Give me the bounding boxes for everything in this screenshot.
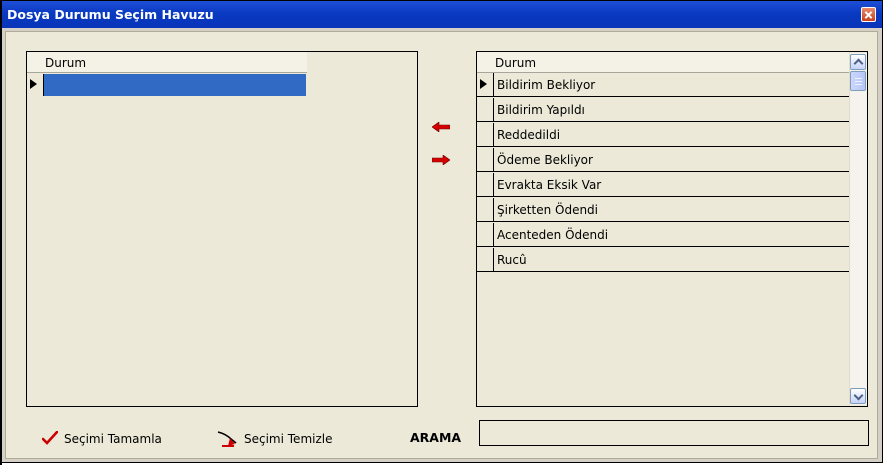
- left-grid-row[interactable]: [27, 73, 307, 97]
- vertical-scrollbar[interactable]: [849, 53, 867, 405]
- list-item[interactable]: Ödeme Bekliyor: [477, 148, 849, 172]
- scroll-down-button[interactable]: [850, 388, 866, 404]
- complete-selection-button[interactable]: Seçimi Tamamla: [42, 429, 162, 449]
- available-status-grid[interactable]: Durum Bildirim Bekliyor Bildirim Yapıldı…: [476, 51, 868, 407]
- list-item[interactable]: Bildirim Bekliyor: [477, 73, 849, 97]
- search-input[interactable]: [479, 420, 869, 446]
- close-button[interactable]: [861, 7, 876, 22]
- search-label: ARAMA: [410, 430, 462, 445]
- scroll-up-button[interactable]: [850, 54, 866, 70]
- status-cell: [493, 248, 850, 271]
- list-item[interactable]: Acenteden Ödendi: [477, 223, 849, 247]
- list-item[interactable]: Bildirim Yapıldı: [477, 98, 849, 122]
- status-text: Bildirim Bekliyor: [497, 78, 596, 92]
- status-text: Reddedildi: [497, 128, 561, 142]
- row-indicator: [477, 73, 491, 96]
- grip-line: [855, 84, 862, 85]
- row-indicator: [27, 73, 41, 96]
- left-grid-header[interactable]: Durum: [27, 52, 307, 73]
- window-title: Dosya Durumu Seçim Havuzu: [7, 7, 214, 22]
- chevron-down-icon: [853, 390, 864, 401]
- grip-line: [855, 81, 862, 82]
- status-text: Acenteden Ödendi: [497, 228, 609, 242]
- left-window-edge: [0, 0, 2, 465]
- list-item[interactable]: Rucû: [477, 248, 849, 272]
- status-text: Ödeme Bekliyor: [497, 153, 593, 167]
- list-item[interactable]: Şirketten Ödendi: [477, 198, 849, 222]
- current-row-icon: [480, 79, 487, 89]
- move-right-arrow-icon[interactable]: [432, 155, 450, 165]
- right-grid-header[interactable]: Durum: [477, 52, 849, 73]
- list-item[interactable]: Reddedildi: [477, 123, 849, 147]
- selected-cell[interactable]: [43, 74, 306, 96]
- move-left-arrow-icon[interactable]: [432, 122, 450, 132]
- right-grid-column-header: Durum: [495, 56, 537, 70]
- list-item[interactable]: Evrakta Eksik Var: [477, 173, 849, 197]
- clear-selection-button[interactable]: Seçimi Temizle: [216, 429, 332, 449]
- title-bar[interactable]: Dosya Durumu Seçim Havuzu: [1, 1, 882, 28]
- left-grid-column-header: Durum: [45, 56, 87, 70]
- status-text: Şirketten Ödendi: [497, 203, 599, 217]
- eraser-icon: [217, 431, 237, 447]
- selected-status-grid[interactable]: Durum: [26, 51, 418, 407]
- dialog-window: Dosya Durumu Seçim Havuzu Durum Durum Bi…: [0, 0, 883, 463]
- grip-line: [855, 78, 862, 79]
- chevron-up-icon: [853, 58, 864, 69]
- status-text: Rucû: [497, 253, 527, 267]
- status-text: Bildirim Yapıldı: [497, 103, 585, 117]
- status-text: Evrakta Eksik Var: [497, 178, 602, 192]
- complete-selection-label: Seçimi Tamamla: [64, 432, 162, 446]
- scroll-thumb[interactable]: [850, 71, 866, 91]
- dialog-body: Durum Durum Bildirim Bekliyor Bildirim Y…: [5, 31, 878, 459]
- checkmark-icon: [42, 431, 58, 445]
- current-row-icon: [30, 79, 37, 89]
- clear-selection-label: Seçimi Temizle: [244, 432, 333, 446]
